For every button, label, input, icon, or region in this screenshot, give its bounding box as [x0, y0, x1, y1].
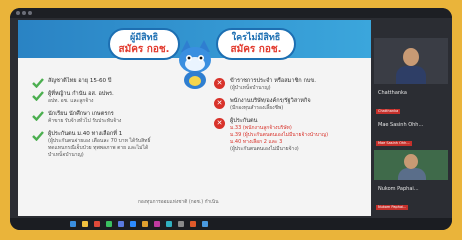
meeting-top-bar — [10, 8, 452, 18]
check-icon — [32, 131, 44, 141]
participant-name: Nukom Paphai... — [378, 186, 419, 192]
eligible-item: นักเรียน นักศึกษา เกษตรกร ค้าขาย รับจ้าง… — [32, 111, 164, 125]
taskbar — [10, 218, 452, 230]
participant-video — [398, 168, 426, 180]
zoom-icon[interactable] — [130, 221, 136, 227]
app-icon[interactable] — [166, 221, 172, 227]
x-circle-icon: ✕ — [214, 78, 225, 89]
mascot-illustration — [179, 40, 211, 89]
eligible-heading: ผู้มีสิทธิ สมัคร กอช. — [108, 28, 180, 60]
check-icon — [32, 111, 44, 121]
eligible-item: ผู้ประกันตน ม.40 ทางเลือกที่ 1 (ผู้ประกั… — [32, 131, 164, 159]
app-icon[interactable] — [178, 221, 184, 227]
app-icon[interactable] — [94, 221, 100, 227]
ineligible-item: ✕ พนักงานบริษัท/องค์กร/รัฐวิสาหกิจ (มีกอ… — [214, 98, 364, 112]
participant-tile[interactable]: Nukom Paphai... Nukom Paphai... — [374, 182, 448, 212]
app-icon[interactable] — [142, 221, 148, 227]
participant-name-tag: Mae Sasinh Ohh... — [376, 141, 412, 146]
x-circle-icon: ✕ — [214, 118, 225, 129]
participant-tile[interactable] — [374, 38, 448, 84]
participant-name: Mae Sasinh Ohh... — [378, 122, 424, 128]
participant-face — [404, 154, 418, 169]
window-close-icon[interactable] — [16, 11, 20, 15]
participant-video — [396, 66, 426, 84]
video-call-window: ผู้มีสิทธิ สมัคร กอช. ใครไม่มีสิทธิ สมัค… — [10, 8, 452, 230]
participant-tile[interactable] — [374, 150, 448, 180]
check-icon — [32, 78, 44, 88]
app-icon[interactable] — [202, 221, 208, 227]
app-icon[interactable] — [154, 221, 160, 227]
start-icon[interactable] — [70, 221, 76, 227]
ineligible-item: ✕ ข้าราชการประจำ หรือสมาชิก กบข. (ผู้บำเ… — [214, 78, 364, 92]
folder-icon[interactable] — [82, 221, 88, 227]
app-icon[interactable] — [106, 221, 112, 227]
participant-tile[interactable]: Chatthanka Chatthanka — [374, 86, 448, 116]
participant-name-tag: Chatthanka — [376, 109, 401, 114]
participants-panel: Chatthanka Chatthanka Mae Sasinh Ohh... … — [374, 20, 448, 216]
window-maximize-icon[interactable] — [28, 11, 32, 15]
participant-name-tag: Nukom Paphai... — [376, 205, 409, 210]
check-icon — [32, 91, 44, 101]
participant-face — [403, 48, 419, 66]
app-icon[interactable] — [118, 221, 124, 227]
eligible-item: สัญชาติไทย อายุ 15-60 ปี — [32, 78, 164, 88]
participant-tile[interactable]: Mae Sasinh Ohh... Mae Sasinh Ohh... — [374, 118, 448, 148]
ineligible-item: ✕ ผู้ประกันตน ม.33 (พนักงานลูกจ้างบริษัท… — [214, 118, 364, 153]
eligible-item: ผู้ที่หญ้าน กำนัน อส. อปพร. อปท. อช. และ… — [32, 91, 164, 105]
eligible-list: สัญชาติไทย อายุ 15-60 ปี ผู้ที่หญ้าน กำน… — [32, 78, 164, 165]
x-circle-icon: ✕ — [214, 98, 225, 109]
shared-screen-slide: ผู้มีสิทธิ สมัคร กอช. ใครไม่มีสิทธิ สมัค… — [18, 20, 371, 216]
window-minimize-icon[interactable] — [22, 11, 26, 15]
participant-name: Chatthanka — [378, 90, 407, 96]
ineligible-list: ✕ ข้าราชการประจำ หรือสมาชิก กบข. (ผู้บำเ… — [214, 78, 364, 159]
slide-footer: กองทุนการออมแห่งชาติ (กอช.) กำเนิน — [138, 200, 219, 205]
ineligible-heading: ใครไม่มีสิทธิ สมัคร กอช. — [216, 28, 296, 60]
app-icon[interactable] — [190, 221, 196, 227]
